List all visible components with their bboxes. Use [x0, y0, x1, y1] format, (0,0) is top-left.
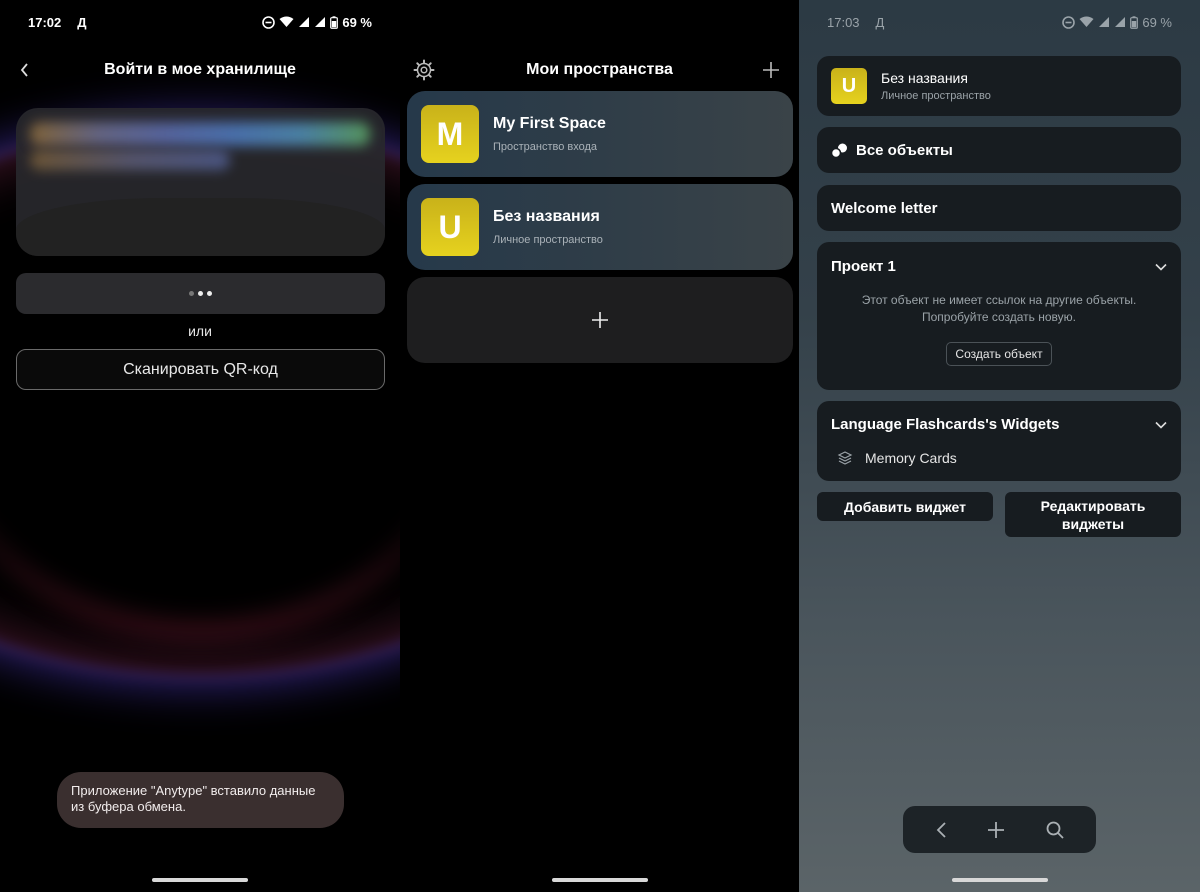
space-subtitle: Личное пространство — [493, 234, 603, 246]
space-info: My First Space Пространство входа — [493, 115, 606, 153]
screen-header: Мои пространства — [400, 52, 799, 88]
home-indicator[interactable] — [551, 878, 648, 882]
collapse-button[interactable] — [1155, 416, 1167, 434]
battery-level: 69 % — [1142, 14, 1172, 30]
blurred-card-bottom — [16, 198, 385, 256]
plus-icon — [987, 821, 1004, 838]
add-widget-button[interactable]: Добавить виджет — [817, 492, 993, 521]
scan-qr-button[interactable]: Сканировать QR-код — [16, 349, 385, 390]
status-time: 17:02 — [28, 14, 62, 30]
widget-title[interactable]: Language Flashcards's Widgets — [831, 416, 1060, 433]
layers-icon — [837, 451, 853, 465]
page-title: Мои пространства — [526, 61, 673, 78]
widget-item-memory-cards[interactable]: Memory Cards — [837, 450, 957, 466]
spaces-screen: Мои пространства M My First Space Простр… — [400, 0, 799, 892]
flashcards-widget: Language Flashcards's Widgets Memory Car… — [817, 401, 1181, 481]
battery-level: 69 % — [342, 14, 372, 30]
blurred-text-line — [30, 150, 230, 170]
signal-icon-2 — [1114, 16, 1126, 28]
space-name: Без названия — [493, 208, 600, 225]
space-widgets-screen: 17:03 Д 69 % U Без названия Личное прост… — [799, 0, 1200, 892]
signal-icon — [1098, 16, 1110, 28]
edit-widgets-button[interactable]: Редактировать виджеты — [1005, 492, 1181, 537]
bottom-nav — [903, 806, 1096, 853]
create-object-wrap: Создать объект — [817, 342, 1181, 366]
wifi-icon — [279, 16, 294, 28]
screen-header: Войти в мое хранилище — [0, 52, 400, 88]
loading-dot — [189, 291, 194, 296]
empty-state-line: Попробуйте создать новую. — [922, 310, 1076, 324]
nav-search-button[interactable] — [1045, 820, 1065, 840]
edit-widgets-line: Редактировать — [1040, 497, 1146, 514]
home-indicator[interactable] — [951, 878, 1048, 882]
page-title: Войти в мое хранилище — [104, 61, 296, 78]
chevron-down-icon — [1155, 421, 1167, 429]
plus-icon — [763, 62, 779, 78]
chevron-left-icon — [20, 63, 28, 77]
space-card-untitled[interactable]: U Без названия Личное пространство — [407, 184, 793, 270]
all-objects-label: Все объекты — [856, 141, 953, 159]
nav-add-button[interactable] — [986, 820, 1006, 840]
status-bar: 17:03 Д 69 % — [827, 12, 1172, 32]
clipboard-toast: Приложение "Anytype" вставило данные из … — [57, 772, 344, 828]
create-object-button[interactable]: Создать объект — [946, 342, 1052, 366]
loading-dot — [207, 291, 212, 296]
loading-dot — [198, 291, 203, 296]
background-glow-accent — [0, 190, 400, 640]
space-header-card[interactable]: U Без названия Личное пространство — [817, 56, 1181, 116]
welcome-letter-label: Welcome letter — [831, 199, 938, 217]
project-widget: Проект 1 Этот объект не имеет ссылок на … — [817, 242, 1181, 390]
battery-icon — [1130, 15, 1139, 29]
gear-icon — [413, 59, 435, 81]
signal-icon — [298, 16, 310, 28]
nav-back-button[interactable] — [935, 821, 947, 839]
dnd-icon — [262, 15, 276, 29]
space-subtitle: Личное пространство — [881, 90, 991, 102]
login-button-loading[interactable] — [16, 273, 385, 314]
welcome-letter-widget[interactable]: Welcome letter — [817, 185, 1181, 231]
status-carrier: Д — [77, 14, 87, 30]
all-objects-widget[interactable]: Все объекты — [817, 127, 1181, 173]
widget-item-label: Memory Cards — [865, 450, 957, 466]
space-avatar: U — [421, 198, 479, 256]
battery-icon — [330, 15, 339, 29]
empty-state-text: Этот объект не имеет ссылок на другие об… — [817, 292, 1181, 326]
empty-state-line: Этот объект не имеет ссылок на другие об… — [861, 293, 1137, 307]
space-subtitle: Пространство входа — [493, 141, 598, 153]
back-button[interactable] — [10, 56, 38, 84]
add-space-header-button[interactable] — [757, 56, 785, 84]
search-icon — [1046, 821, 1064, 839]
project-title[interactable]: Проект 1 — [831, 258, 896, 275]
space-name: My First Space — [493, 115, 606, 132]
collapse-button[interactable] — [1155, 258, 1167, 276]
edit-widgets-line: виджеты — [1061, 515, 1125, 532]
chevron-left-icon — [936, 821, 946, 838]
status-time: 17:03 — [827, 14, 860, 30]
chevron-down-icon — [1155, 263, 1167, 271]
space-info: Без названия Личное пространство — [493, 208, 603, 246]
plus-icon — [592, 312, 608, 328]
space-avatar: U — [831, 68, 867, 104]
settings-button[interactable] — [410, 56, 438, 84]
status-carrier: Д — [875, 14, 885, 30]
home-indicator[interactable] — [152, 878, 248, 882]
add-space-button[interactable] — [407, 277, 793, 363]
wifi-icon — [1079, 16, 1094, 28]
space-card-my-first-space[interactable]: M My First Space Пространство входа — [407, 91, 793, 177]
or-label: или — [188, 323, 212, 339]
blurred-text-line — [30, 122, 370, 146]
signal-icon-2 — [314, 16, 326, 28]
dnd-icon — [1062, 15, 1076, 29]
status-bar: 17:02 Д 69 % — [28, 12, 372, 32]
space-avatar: M — [421, 105, 479, 163]
objects-icon — [831, 143, 847, 158]
blurred-recovery-phrase[interactable] — [16, 108, 385, 256]
login-screen: 17:02 Д 69 % Войти в мое хранилище или С… — [0, 0, 400, 892]
space-info: Без названия Личное пространство — [881, 70, 991, 102]
space-name: Без названия — [881, 70, 968, 86]
